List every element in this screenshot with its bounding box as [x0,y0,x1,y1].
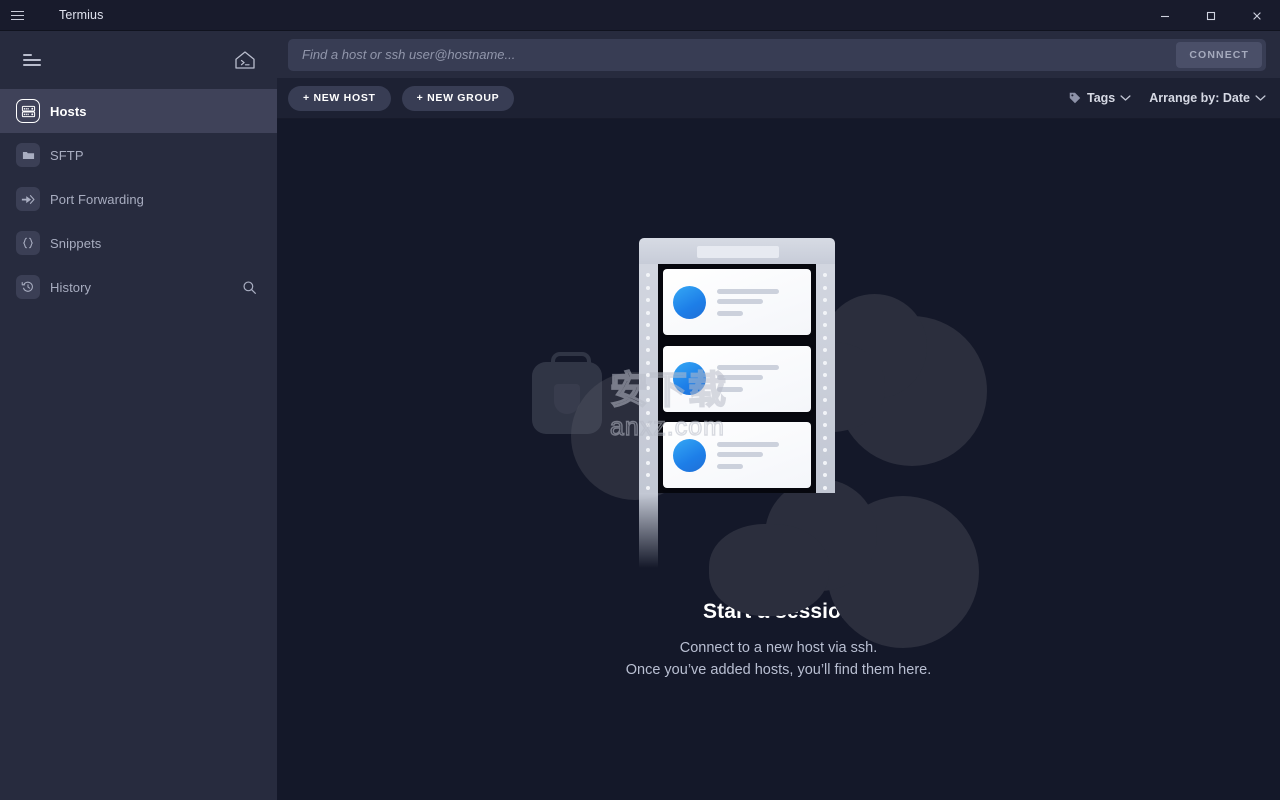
empty-state-line-2: Once you’ve added hosts, you’ll find the… [625,662,932,678]
sidebar-nav-list: Hosts SFTP Port Forwarding Snippets Hist… [0,89,277,309]
close-icon [1253,11,1261,20]
home-terminal-icon [235,51,255,69]
card-text-lines [716,365,779,392]
tags-dropdown[interactable]: Tags [1068,91,1131,105]
title-bar: Termius [0,0,1280,31]
sidebar-item-label: Hosts [50,103,87,119]
rack-slots [657,264,816,493]
minimize-button[interactable] [1142,0,1188,31]
card-text-lines [716,441,779,469]
rack-header-bar [696,246,779,258]
history-search-button[interactable] [242,280,257,295]
rack-card [662,422,811,488]
server-rack-icon [16,99,40,123]
maximize-icon [1206,11,1216,20]
chevron-down-icon [1255,94,1266,102]
new-group-button[interactable]: + NEW GROUP [401,85,515,111]
rack-leg [638,493,658,571]
main-panel: CONNECT + NEW HOST + NEW GROUP Tags [277,31,1280,800]
sidebar-item-label: SFTP [50,147,84,163]
termius-app-window: Termius Hosts SFTP Port Forwarding Snipp… [0,0,1280,800]
sidebar-item-sftp[interactable]: SFTP [0,133,277,177]
rack-header [638,238,835,264]
sidebar: Hosts SFTP Port Forwarding Snippets Hist… [0,31,277,800]
toolbar: + NEW HOST + NEW GROUP Tags Arrange by: … [277,78,1280,119]
hamburger-icon [10,14,24,16]
server-rack [638,238,835,573]
arrange-by-dropdown[interactable]: Arrange by: Date [1149,91,1266,105]
tag-icon [1068,91,1082,105]
tags-label: Tags [1087,91,1116,105]
connect-button[interactable]: CONNECT [1176,41,1262,68]
sidebar-item-hosts[interactable]: Hosts [0,89,277,133]
curly-braces-icon [16,231,40,255]
search-bar: CONNECT [277,31,1280,78]
home-terminal-button[interactable] [231,46,259,74]
app-menu-button[interactable] [0,0,34,31]
globe-avatar-icon [672,438,706,472]
sort-lines-icon [23,54,41,66]
rack-rail-right [815,264,835,493]
search-icon [243,280,256,294]
globe-avatar-icon [672,362,706,395]
sidebar-header [0,31,277,89]
minimize-icon [1161,15,1169,17]
sidebar-item-label: Port Forwarding [50,191,144,207]
search-field-container[interactable]: CONNECT [288,38,1266,71]
history-clock-icon [16,275,40,299]
sidebar-item-port-forwarding[interactable]: Port Forwarding [0,177,277,221]
sidebar-item-label: History [50,279,92,295]
toolbar-right-group: Tags Arrange by: Date [1068,91,1266,105]
new-host-button[interactable]: + NEW HOST [288,85,391,111]
server-rack-with-clouds-illustration [569,224,989,648]
maximize-button[interactable] [1188,0,1234,31]
arrow-forward-icon [16,187,40,211]
rack-rail-left [638,264,658,493]
chevron-down-icon [1120,94,1131,102]
rack-card [662,345,811,412]
rack-card [662,269,811,335]
globe-avatar-icon [672,285,706,319]
search-input[interactable] [302,47,1177,62]
folder-icon [16,143,40,167]
app-body: Hosts SFTP Port Forwarding Snippets Hist… [0,31,1280,800]
empty-state-content: Start a session Connect to a new host vi… [277,119,1280,800]
sidebar-item-label: Snippets [50,235,102,251]
window-controls [1142,0,1280,31]
card-text-lines [716,288,779,316]
app-title: Termius [59,8,104,22]
arrange-by-label: Arrange by: Date [1149,91,1250,105]
sidebar-sort-button[interactable] [18,46,46,74]
sidebar-item-snippets[interactable]: Snippets [0,221,277,265]
sidebar-item-history[interactable]: History [0,265,277,309]
close-button[interactable] [1234,0,1280,31]
